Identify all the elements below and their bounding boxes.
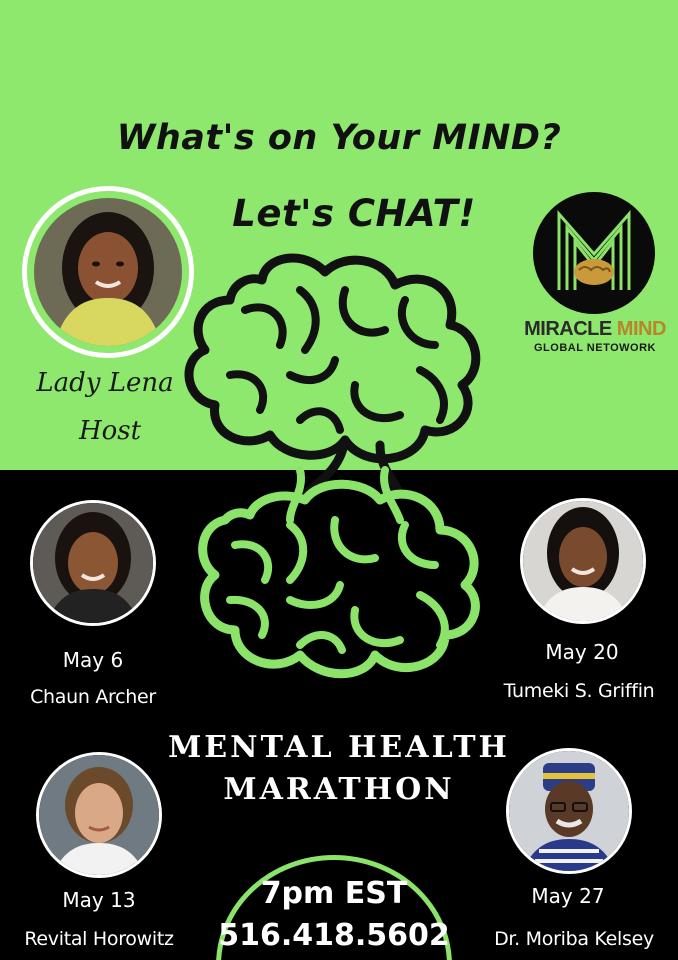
logo-word-a: MIRACLE: [524, 318, 612, 340]
guest-date: May 20: [545, 640, 619, 664]
logo-word-b: MIND: [616, 318, 667, 340]
guest-avatar: [506, 748, 632, 874]
guest-name: Tumeki S. Griffin: [503, 680, 655, 702]
host-avatar: [34, 198, 182, 346]
poster: What's on Your MIND? Let's CHAT! Lady Le…: [0, 0, 678, 960]
headline-line1: What's on Your MIND?: [116, 118, 562, 158]
event-phone[interactable]: 516.418.5602: [216, 918, 452, 953]
logo-m-icon: [557, 210, 631, 290]
logo-wordmark: MIRACLE MIND: [510, 318, 678, 341]
guest-date: May 6: [62, 648, 124, 672]
guest-name: Dr. Moriba Kelsey: [494, 928, 654, 950]
host-name: Lady Lena: [36, 368, 174, 398]
guest-avatar: [36, 752, 162, 878]
guest-name: Chaun Archer: [30, 686, 156, 708]
miracle-mind-logo: [533, 192, 655, 314]
event-title-line2: MARATHON: [223, 772, 455, 807]
guest-date: May 13: [62, 888, 136, 912]
event-title-line1: MENTAL HEALTH: [168, 730, 510, 765]
guest-name: Revital Horowitz: [24, 928, 174, 950]
event-time: 7pm EST: [260, 876, 408, 911]
host-role: Host: [78, 416, 142, 446]
guest-avatar: [520, 498, 646, 624]
guest-date: May 27: [531, 884, 605, 908]
logo-subtitle: GLOBAL NETOWORK: [534, 342, 656, 354]
guest-avatar: [30, 500, 156, 626]
